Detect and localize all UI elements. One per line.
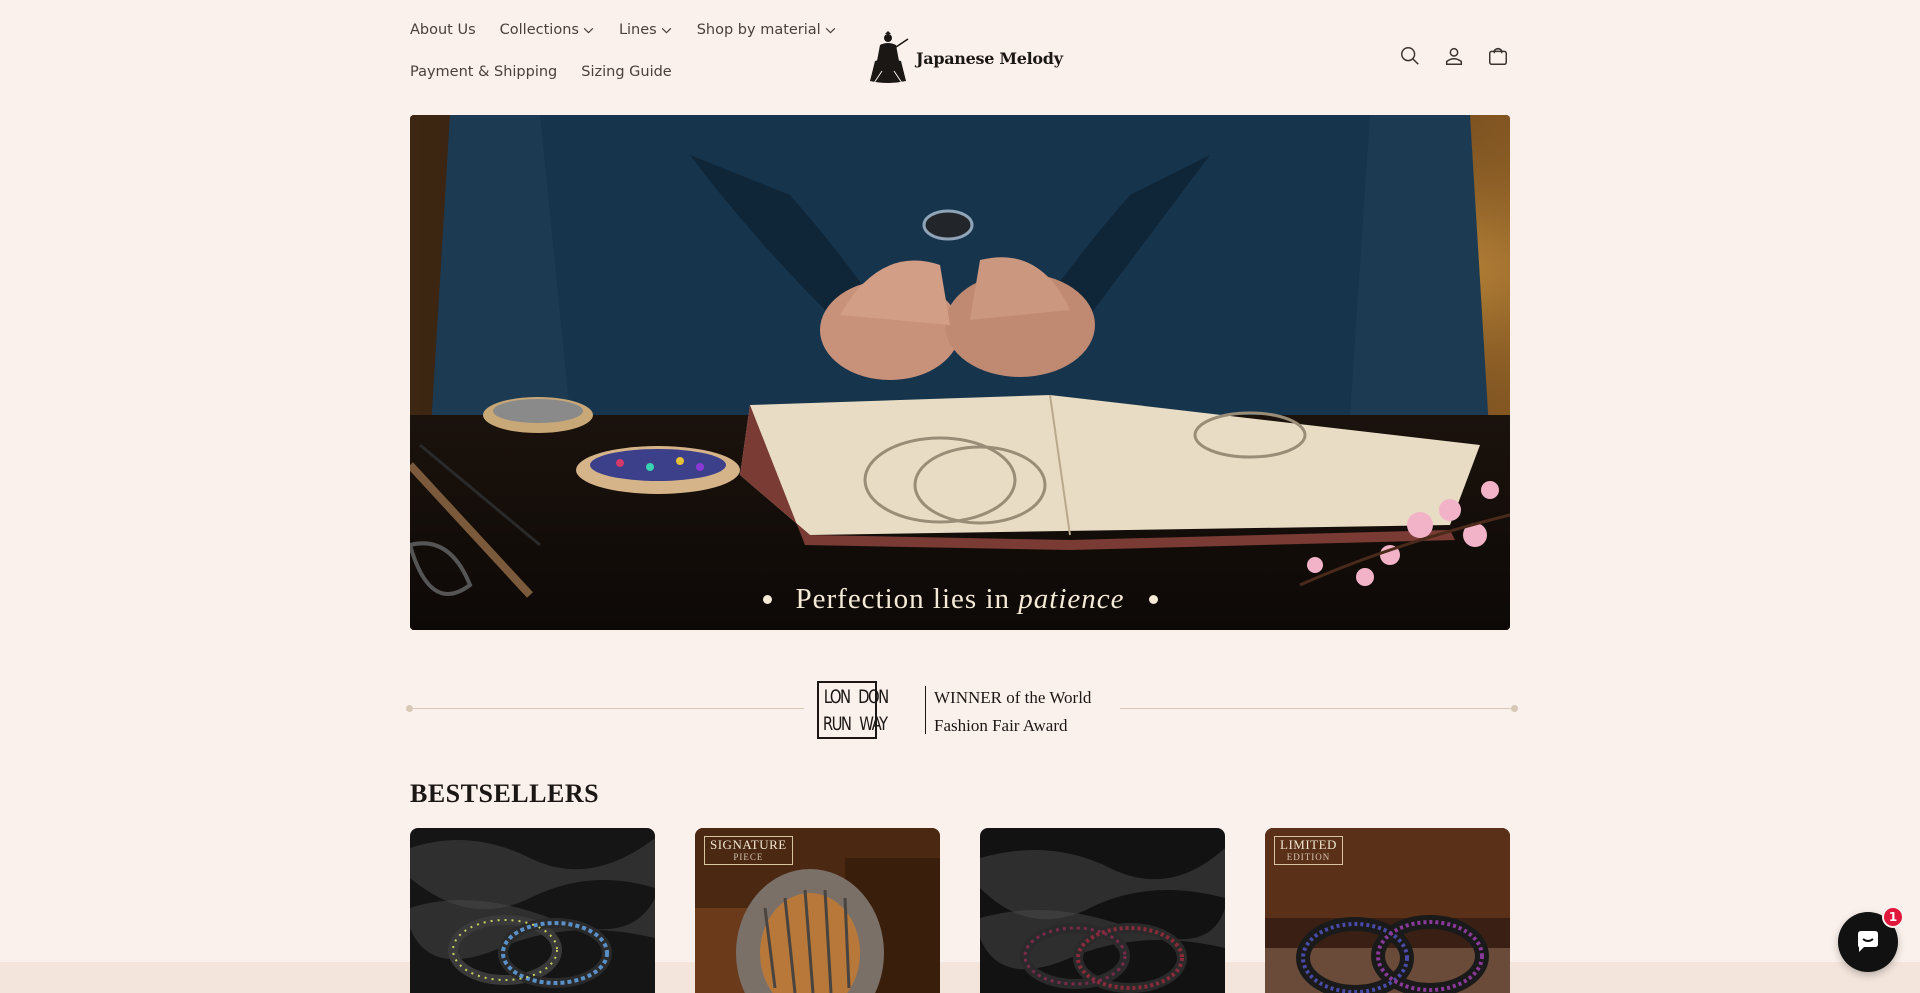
header-actions [1398,44,1510,68]
badge-line-2: EDITION [1286,852,1331,862]
main-nav: About Us Collections Lines Shop by mater… [410,20,870,82]
nav-collections-label: Collections [499,22,579,38]
chevron-down-icon [583,27,594,34]
badge-line-2: PIECE [733,852,764,862]
search-button[interactable] [1398,44,1422,68]
chevron-down-icon [825,27,835,34]
cart-button[interactable] [1486,44,1510,68]
section-title-bestsellers: BESTSELLERS [410,779,600,808]
nav-payment-shipping-label: Payment & Shipping [410,64,558,80]
divider-dot [406,705,413,712]
nav-sizing-guide-label: Sizing Guide [581,64,672,80]
logo-text: DON [858,685,889,708]
cart-icon [1489,47,1507,65]
product-card[interactable] [410,828,655,993]
badge-line-1: SIGNATURE [710,837,787,852]
divider-line-left [409,708,804,709]
award-line-1: WINNER of the World [934,688,1092,707]
nav-shop-by-material-label: Shop by material [696,22,821,38]
caption-dot [762,595,772,604]
product-badge: SIGNATURE PIECE [704,836,793,865]
nav-lines-label: Lines [618,22,657,38]
account-button[interactable] [1442,44,1466,68]
award-line-2: Fashion Fair Award [934,716,1068,735]
nav-lines[interactable]: Lines [619,20,673,40]
hero-caption: Perfection lies in patience [410,583,1510,616]
product-card[interactable]: LIMITED EDITION [1265,828,1510,993]
badge-line-1: LIMITED [1280,837,1337,852]
london-runway-logo: LON DON RUN WAY [817,680,915,740]
nav-about-us[interactable]: About Us [410,20,476,40]
nav-sizing-guide[interactable]: Sizing Guide [581,62,671,82]
logo-text: WAY [859,712,889,735]
site-header: About Us Collections Lines Shop by mater… [0,0,1920,110]
chat-unread-badge: 1 [1882,906,1904,928]
hero-caption-prefix: Perfection lies in [795,583,1011,615]
hero-caption-text: Perfection lies in patience [796,583,1125,616]
nav-shop-by-material[interactable]: Shop by material [697,20,837,40]
nav-collections[interactable]: Collections [500,20,595,40]
product-card[interactable]: SIGNATURE PIECE [695,828,940,993]
award-banner: LON DON RUN WAY WINNER of the World Fash… [405,676,1518,742]
award-separator [925,686,926,734]
nav-payment-shipping[interactable]: Payment & Shipping [410,62,557,82]
product-image [980,828,1225,993]
samurai-logo-icon [870,31,909,84]
hero-caption-emphasis: patience [1018,583,1125,615]
runway-logo-box: LON DON RUN WAY [817,681,890,739]
logo-text: LON [823,685,851,708]
hero-banner[interactable]: Perfection lies in patience [410,115,1510,630]
brand-name: Japanese Melody [916,48,1063,68]
product-badge: LIMITED EDITION [1274,836,1343,865]
divider-dot [1511,705,1518,712]
chevron-down-icon [661,27,671,34]
logo-text: RUN [822,712,852,735]
search-icon [1401,47,1419,65]
caption-dot [1148,595,1158,604]
hero-image [410,115,1510,630]
nav-about-us-label: About Us [410,22,476,38]
award-text: WINNER of the World Fashion Fair Award [934,684,1091,740]
divider-line-right [1120,708,1515,709]
product-image [410,828,655,993]
account-icon [1445,47,1463,65]
chat-icon [1858,931,1878,952]
bestsellers-grid: SIGNATURE PIECE LIMITED EDITION [410,828,1510,993]
product-card[interactable] [980,828,1225,993]
brand-logo[interactable]: Japanese Melody [866,30,1063,86]
